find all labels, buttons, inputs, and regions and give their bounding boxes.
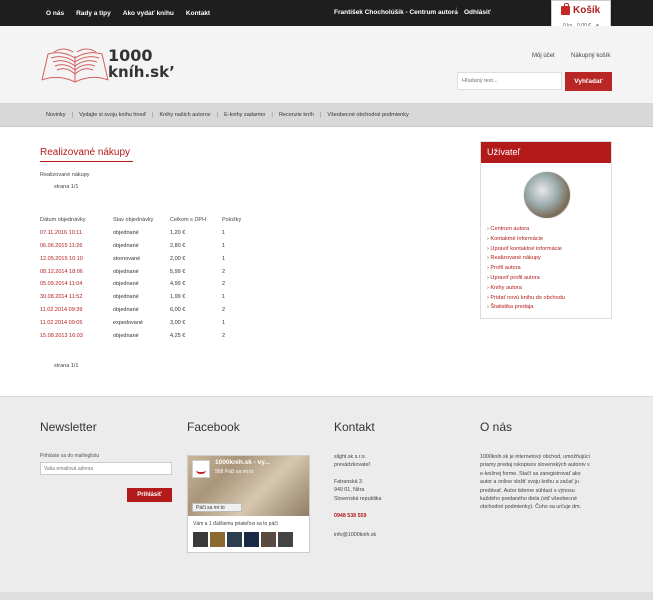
table-row[interactable]: 11.02.2014 09:39 objednané 6,00 €2 [40,304,242,317]
col-date: Dátum objednávky [40,217,86,224]
facebook-like-count: 958 Páči sa mi to [215,469,254,475]
avatar[interactable] [227,532,242,547]
table-row[interactable]: 06.06.2015 11:26 objednané 2,80 €1 [40,240,242,253]
logout-link[interactable]: Odhlásiť [464,9,491,16]
breadcrumb: Realizované nákupy [40,172,90,178]
category-authors-books[interactable]: Knihy našich autorov [159,112,210,118]
facebook-page-name[interactable]: 1000knih.sk - vy... [215,459,270,466]
category-free-ebooks[interactable]: E-knihy zadarmo [224,112,265,118]
contact-company: slight.sk s.r.o. prevádzkovateľ [334,454,370,469]
table-row[interactable]: 12.05.2015 10:10 stornované 2,00 €1 [40,252,242,265]
top-nav: O nás Rady a tipy Ako vydať knihu Kontak… [46,0,210,26]
bag-icon [561,3,570,15]
category-nav: Novinky | Vydajte si svoju knihu hneď | … [46,112,409,118]
avatar[interactable] [244,532,259,547]
search-button[interactable]: Vyhľadať [565,72,612,91]
table-row[interactable]: 11.02.2014 09:05 expedované 3,00 €1 [40,316,242,329]
contact-title: Kontakt [334,420,375,434]
table-row[interactable]: 07.11.2016 10:11 objednané 1,20 €1 [40,227,242,240]
contact-address: Fatranská 3 949 01, Nitra Slovenská repu… [334,479,382,502]
menu-edit-profile[interactable]: Upraviť profil autora [487,274,565,284]
menu-author-profile[interactable]: Profil autora [487,264,565,274]
my-account-link[interactable]: Môj účet [532,53,555,59]
about-text: 1000knih.sk je internetový obchod, umožň… [480,454,590,511]
avatar[interactable] [193,532,208,547]
menu-edit-contact[interactable]: Upraviť kontaktné informácie [487,245,565,255]
facebook-friends-text: Vám a 1 ďalšiemu priateľovi sa to páči [193,521,278,527]
avatar[interactable] [278,532,293,547]
menu-author-center[interactable]: Centrum autora [487,225,565,235]
newsletter-label: Prihláste sa do mailinglistu [40,453,100,459]
table-header-row: Dátum objednávky Stav objednávky Celkom … [40,214,242,227]
footer-bottom-strip [0,592,653,600]
pager-top[interactable]: strana 1/1 [54,184,78,190]
user-panel-title: Užívateľ [481,142,611,163]
menu-author-books[interactable]: Knihy autora [487,284,565,294]
title-underline [40,161,133,162]
menu-orders[interactable]: Realizované nákupy [487,254,565,264]
topnav-separator: / [455,8,457,15]
user-panel: Užívateľ Centrum autora Kontaktné inform… [480,141,612,319]
facebook-widget[interactable]: 1000knih.sk - vy... 958 Páči sa mi to Pá… [187,455,310,553]
newsletter-email-input[interactable] [40,462,172,475]
contact-email[interactable]: info@1000knih.sk [334,531,376,539]
col-items: Položky [222,217,242,224]
table-row[interactable]: 15.08.2013 16:03 objednané 4,25 €2 [40,329,242,342]
orders-table: Dátum objednávky Stav objednávky Celkom … [40,214,242,342]
menu-sales-stats[interactable]: Štatistika predaja [487,303,565,313]
category-reviews[interactable]: Recenzie kníh [279,112,314,118]
topnav-about[interactable]: O nás [46,10,64,17]
menu-contact-info[interactable]: Kontaktné informácie [487,235,565,245]
category-publish[interactable]: Vydajte si svoju knihu hneď [79,112,146,118]
book-logo-icon [41,48,109,83]
contact-phone[interactable]: 0948 538 559 [334,512,366,520]
category-news[interactable]: Novinky [46,112,66,118]
newsletter-title: Newsletter [40,420,97,434]
site-logo[interactable]: 1000 kníh.sk’ [40,44,190,86]
search-input[interactable] [457,72,562,90]
about-title: O nás [480,420,513,434]
newsletter-subscribe-button[interactable]: Prihlásiť [127,488,172,502]
facebook-page-logo[interactable] [192,460,210,478]
pager-bottom[interactable]: strana 1/1 [54,363,78,369]
user-menu: Centrum autora Kontaktné informácie Upra… [487,225,565,313]
facebook-friend-avatars [193,532,293,547]
author-center-link[interactable]: František Chocholúšik - Centrum autora [334,9,458,16]
facebook-like-button[interactable]: Páči sa mi to [192,503,242,512]
table-row[interactable]: 08.12.2014 18:06 objednané 5,99 €2 [40,265,242,278]
topnav-publish[interactable]: Ako vydať knihu [123,10,174,17]
logo-text: 1000 kníh.sk’ [108,46,175,81]
avatar[interactable] [261,532,276,547]
category-terms[interactable]: Všeobecné obchodné podmienky [327,112,408,118]
avatar[interactable] [210,532,225,547]
col-total: Celkom s DPH [170,217,207,224]
topnav-tips[interactable]: Rady a tipy [76,10,111,17]
table-row[interactable]: 30.08.2014 11:52 objednané 1,99 €1 [40,291,242,304]
table-row[interactable]: 05.09.2014 11:04 objednané 4,99 €2 [40,278,242,291]
avatar [523,171,571,219]
facebook-title: Facebook [187,420,240,434]
page-title: Realizované nákupy [40,147,131,158]
col-status: Stav objednávky [113,217,154,224]
shopping-cart-link[interactable]: Nákupný košík [571,53,610,59]
topnav-contact[interactable]: Kontakt [186,10,210,17]
menu-add-book[interactable]: Pridať novú knihu do obchodu [487,294,565,304]
cart-title: Košík [561,3,600,16]
